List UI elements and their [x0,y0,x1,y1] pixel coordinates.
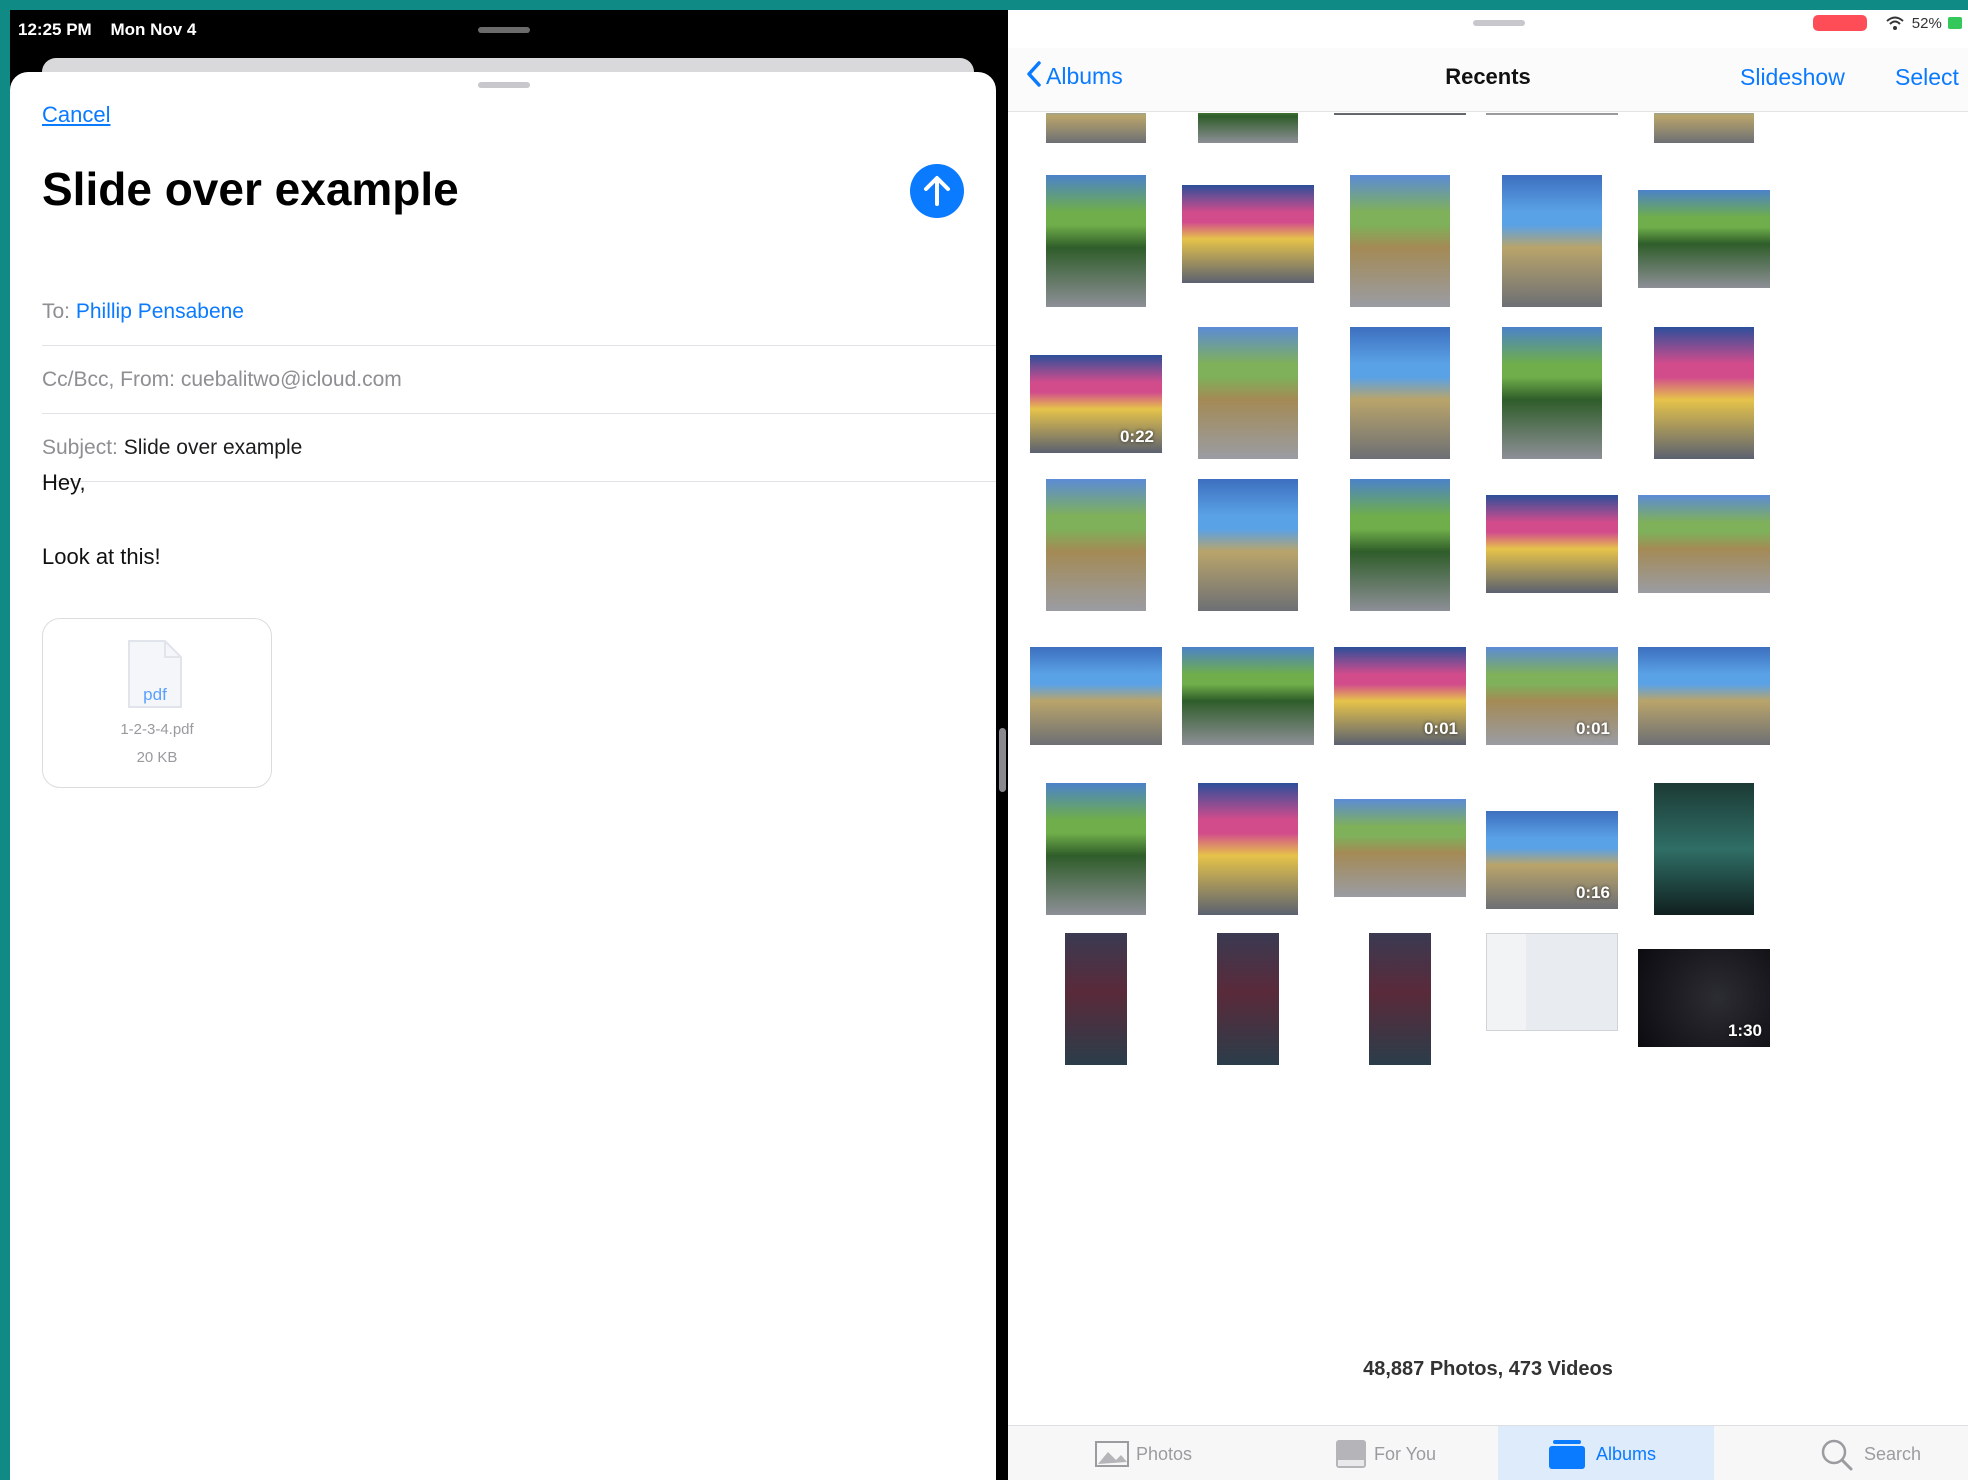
mail-slide-over: 12:25 PM Mon Nov 4 Cancel Slide over exa… [10,10,1006,1480]
photo-thumbnail[interactable] [1046,479,1146,611]
photos-app: 52% Albums Recents Slideshow Select 0:34… [1008,10,1968,1480]
photo-thumbnail[interactable] [1198,479,1298,611]
video-duration: 0:16 [1575,883,1610,902]
ipad-screen: 12:25 PM Mon Nov 4 Cancel Slide over exa… [10,10,1968,1480]
compose-title: Slide over example [42,163,459,215]
photo-thumbnail[interactable] [1350,175,1450,307]
video-duration: 1:30 [1727,1021,1762,1040]
from-address: cuebalitwo@icloud.com [180,368,402,391]
photo-thumbnail[interactable] [1046,783,1146,915]
sheet-handle[interactable] [478,82,530,88]
cc-bcc-from-field[interactable]: Cc/Bcc, From: cuebalitwo@icloud.com [42,346,996,414]
photo-thumbnail[interactable] [1182,185,1314,283]
photo-thumbnail[interactable] [1638,647,1770,745]
select-button[interactable]: Select [1895,64,1959,91]
screenshot-thumbnail[interactable] [1065,933,1127,1065]
send-button[interactable] [910,164,964,218]
tab-bar: Photos For You Albums Search [1008,1425,1968,1480]
subject-label: Subject: [42,436,118,459]
tab-search[interactable]: Search [1728,1426,1968,1480]
video-thumbnail[interactable]: 0:16 [1486,811,1618,909]
photo-grid[interactable]: 0:34 0:07 0:22 0:01 0:01 0:16 1:30 [1008,113,1968,1403]
compose-sheet: Cancel Slide over example To: Phillip Pe… [10,72,996,1480]
photo-thumbnail[interactable] [1046,113,1146,143]
photo-thumbnail[interactable] [1502,175,1602,307]
to-field[interactable]: To: Phillip Pensabene [42,278,996,346]
photos-navigation-bar: Albums Recents Slideshow Select [1008,48,1968,112]
for-you-tab-icon [1336,1440,1366,1468]
photo-thumbnail[interactable] [1654,113,1754,143]
tab-albums-label: Albums [1596,1444,1657,1464]
status-time: 12:25 PM [18,20,92,39]
photo-thumbnail[interactable] [1030,647,1162,745]
attachment-filename: 1-2-3-4.pdf [120,721,194,738]
tab-search-label: Search [1864,1444,1922,1464]
tab-photos-label: Photos [1136,1444,1193,1464]
subject-value[interactable]: Slide over example [124,436,303,459]
video-thumbnail[interactable]: 0:01 [1486,647,1618,745]
video-duration: 0:01 [1423,719,1458,738]
photo-thumbnail[interactable] [1198,783,1298,915]
photo-thumbnail[interactable] [1182,647,1314,745]
pdf-file-icon: pdf [127,639,183,709]
search-icon [1821,1439,1853,1471]
cc-bcc-from-label: Cc/Bcc, From: [42,368,176,391]
photo-thumbnail[interactable] [1046,175,1146,307]
video-thumbnail[interactable]: 0:34 [1334,113,1466,115]
slideshow-button[interactable]: Slideshow [1740,64,1845,91]
video-duration: 0:01 [1575,719,1610,738]
photo-thumbnail[interactable] [1638,190,1770,288]
cancel-button[interactable]: Cancel [42,102,110,128]
tab-for-you-label: For You [1374,1444,1437,1464]
library-count: 48,887 Photos, 473 Videos [1363,1358,1613,1380]
photos-tab-icon [1095,1441,1129,1467]
battery-percent: 52% [1911,14,1942,32]
video-thumbnail[interactable]: 0:22 [1030,355,1162,453]
status-date: Mon Nov 4 [110,20,197,39]
attachment-size: 20 KB [136,749,178,766]
wifi-icon [1885,16,1904,31]
video-duration: 0:22 [1119,427,1154,446]
app-grabber[interactable] [1473,20,1525,26]
photo-thumbnail[interactable] [1502,327,1602,459]
video-thumbnail[interactable]: 0:01 [1334,647,1466,745]
video-thumbnail[interactable]: 0:07 [1486,113,1618,115]
split-view-divider-handle[interactable] [999,728,1006,792]
message-body-line[interactable]: Look at this! [42,544,161,570]
to-recipient[interactable]: Phillip Pensabene [76,300,244,323]
pdf-attachment[interactable]: pdf 1-2-3-4.pdf 20 KB [42,618,272,788]
video-thumbnail[interactable]: 1:30 [1638,949,1770,1047]
pdf-type-label: pdf [143,685,167,704]
arrow-up-icon [924,176,950,206]
photo-thumbnail[interactable] [1198,327,1298,459]
albums-tab-icon [1549,1440,1585,1469]
status-bar-left: 12:25 PM Mon Nov 4 [18,20,196,40]
screenshot-thumbnail[interactable] [1486,933,1618,1031]
tab-photos[interactable]: Photos [1008,1426,1248,1480]
tab-albums[interactable]: Albums [1498,1426,1714,1480]
screenshot-thumbnail[interactable] [1217,933,1279,1065]
recording-indicator [1813,15,1868,32]
photo-thumbnail[interactable] [1638,495,1770,593]
to-label: To: [42,300,71,323]
photo-thumbnail[interactable] [1198,113,1298,143]
photo-thumbnail[interactable] [1654,783,1754,915]
photo-thumbnail[interactable] [1334,799,1466,897]
photo-thumbnail[interactable] [1350,327,1450,459]
tab-for-you[interactable]: For You [1248,1426,1488,1480]
screenshot-thumbnail[interactable] [1369,933,1431,1065]
slide-over-grabber[interactable] [478,27,530,33]
message-body-line[interactable]: Hey, [42,470,86,496]
photo-thumbnail[interactable] [1486,495,1618,593]
photo-thumbnail[interactable] [1350,479,1450,611]
battery-icon [1948,17,1962,30]
photo-thumbnail[interactable] [1654,327,1754,459]
subject-field[interactable]: Subject: Slide over example [42,414,996,482]
status-bar-right: 52% [1813,14,1962,36]
